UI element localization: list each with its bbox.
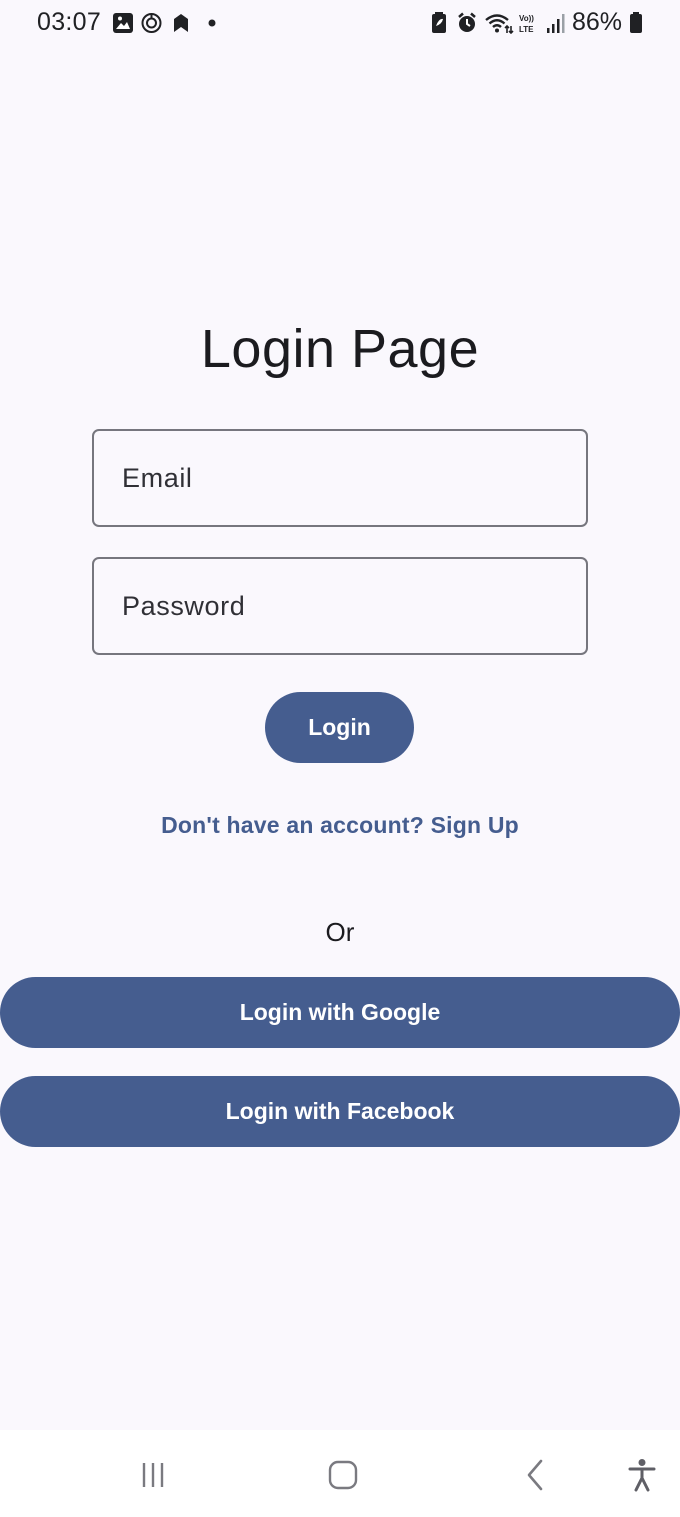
sync-icon — [141, 13, 162, 33]
password-input[interactable] — [94, 559, 586, 653]
page-title: Login Page — [200, 319, 480, 379]
or-divider-text: Or — [325, 917, 355, 947]
battery-percentage: 86% — [572, 8, 623, 36]
password-field[interactable] — [92, 557, 588, 655]
home-button[interactable] — [318, 1450, 368, 1500]
battery-saver-icon — [432, 12, 446, 33]
gallery-icon — [113, 13, 133, 33]
signal-icon — [547, 14, 565, 33]
wifi-icon — [485, 14, 514, 34]
login-button[interactable]: Login — [265, 692, 414, 763]
status-time: 03:07 — [37, 8, 102, 36]
volte-icon: Vo)) LTE — [519, 14, 534, 34]
email-input[interactable] — [94, 431, 586, 525]
status-bar: 03:07 Vo)) LTE 86% — [0, 0, 680, 48]
alarm-icon — [458, 12, 476, 32]
back-button[interactable] — [510, 1450, 560, 1500]
email-field[interactable] — [92, 429, 588, 527]
recents-icon — [142, 1463, 164, 1487]
home-icon — [328, 1460, 358, 1490]
accessibility-button[interactable] — [617, 1450, 667, 1500]
back-icon — [527, 1459, 543, 1491]
signup-link[interactable]: Don't have an account? Sign Up — [0, 812, 680, 839]
navigation-bar — [0, 1430, 680, 1517]
bookmark-icon — [174, 14, 188, 32]
dot-icon — [208, 19, 216, 27]
battery-icon — [630, 12, 642, 33]
login-with-google-button[interactable]: Login with Google — [0, 977, 680, 1048]
recents-button[interactable] — [128, 1450, 178, 1500]
svg-text:Vo)): Vo)) — [519, 14, 534, 23]
login-with-facebook-button[interactable]: Login with Facebook — [0, 1076, 680, 1147]
accessibility-icon — [628, 1459, 656, 1492]
svg-text:LTE: LTE — [519, 25, 534, 34]
